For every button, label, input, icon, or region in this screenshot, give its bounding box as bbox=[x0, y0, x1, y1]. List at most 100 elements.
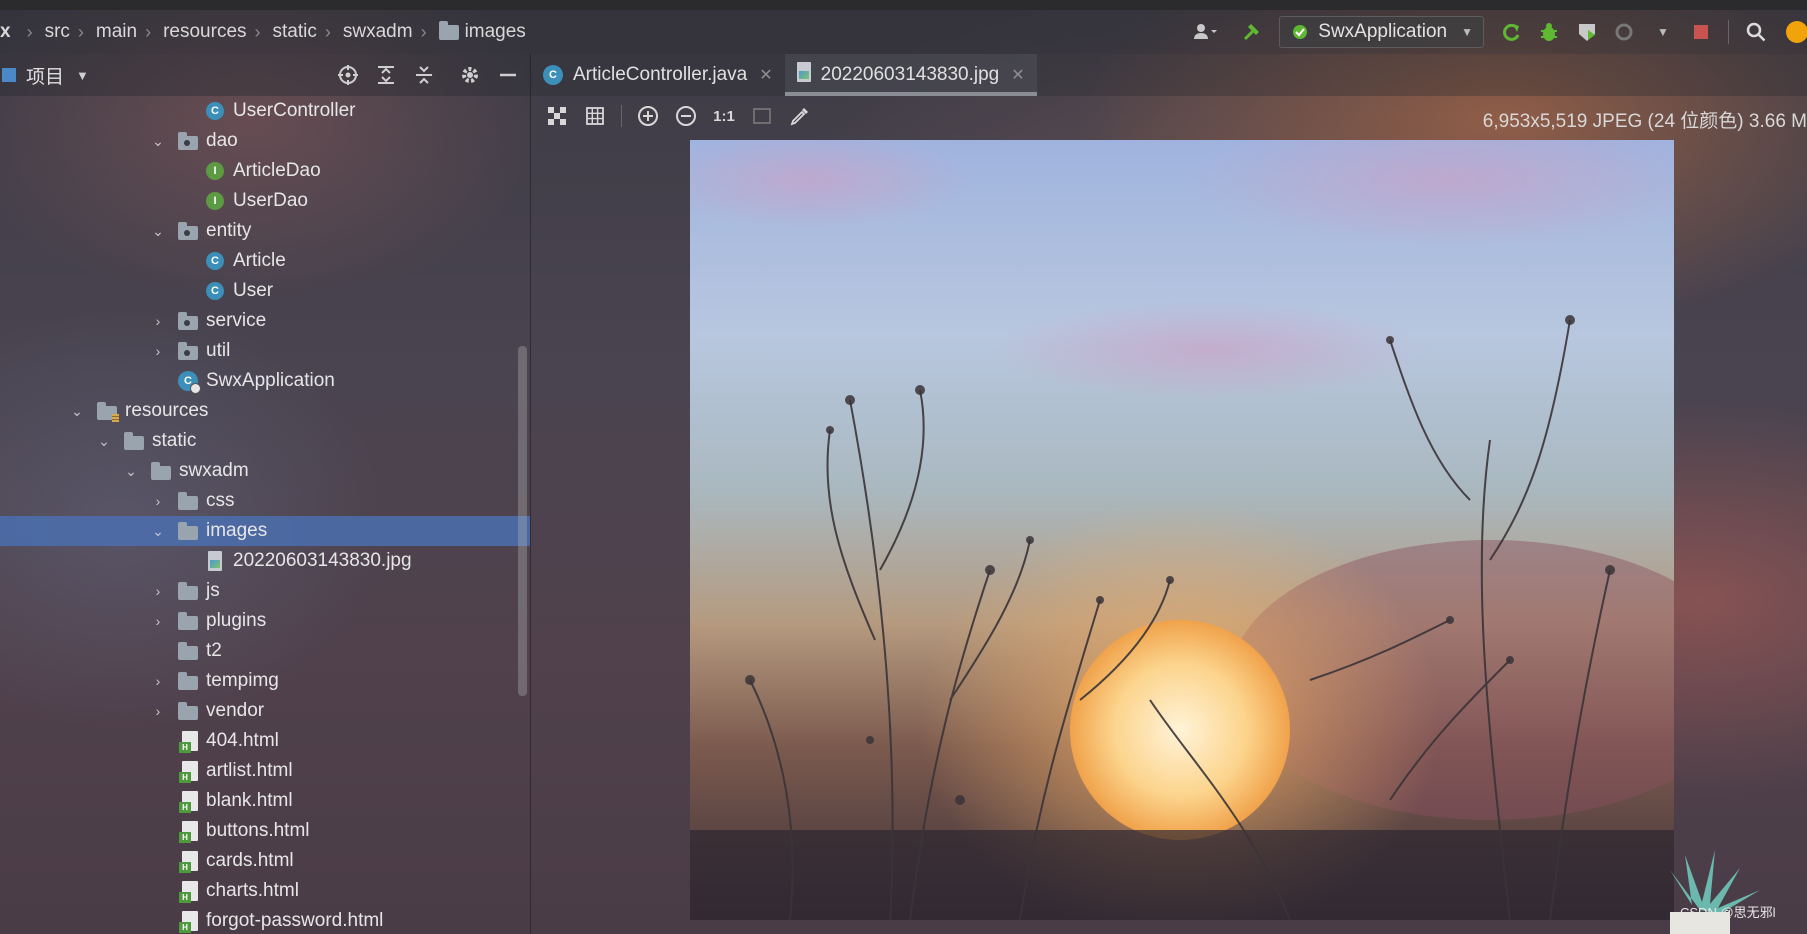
tree-row[interactable]: › tempimg bbox=[0, 666, 530, 696]
color-picker-icon[interactable] bbox=[788, 104, 812, 128]
interface-icon: I bbox=[205, 161, 225, 181]
tree-row[interactable]: C SwxApplication bbox=[0, 366, 530, 396]
build-hammer-icon[interactable] bbox=[1239, 19, 1265, 45]
chevron-right-icon[interactable]: › bbox=[150, 673, 166, 689]
tree-row[interactable]: C UserController bbox=[0, 96, 530, 126]
chevron-right-icon[interactable]: › bbox=[150, 703, 166, 719]
tree-row[interactable]: 20220603143830.jpg bbox=[0, 546, 530, 576]
profiler-icon[interactable] bbox=[1612, 19, 1638, 45]
chevron-down-icon[interactable]: ⌄ bbox=[150, 133, 166, 150]
chevron-right-icon[interactable]: › bbox=[150, 583, 166, 599]
tree-row[interactable]: artlist.html bbox=[0, 756, 530, 786]
package-folder-icon bbox=[178, 341, 198, 361]
chevron-right-icon[interactable]: › bbox=[150, 613, 166, 629]
tree-row[interactable]: 404.html bbox=[0, 726, 530, 756]
tree-row[interactable]: t2 bbox=[0, 636, 530, 666]
stop-icon[interactable] bbox=[1688, 19, 1714, 45]
tree-row[interactable]: blank.html bbox=[0, 786, 530, 816]
more-run-options-icon[interactable]: ▼ bbox=[1650, 19, 1676, 45]
image-viewer-toolbar: 1:1 6,953x5,519 JPEG (24 位颜色) 3.66 M bbox=[531, 96, 1807, 136]
tree-item-label: t2 bbox=[206, 640, 222, 661]
project-tree: C UserController ⌄ dao I ArticleDao I Us… bbox=[0, 96, 531, 934]
breadcrumb-item-main[interactable]: main bbox=[96, 21, 137, 43]
vertical-scrollbar[interactable] bbox=[518, 346, 527, 696]
tree-item-label: charts.html bbox=[206, 880, 299, 901]
chevron-down-icon[interactable]: ⌄ bbox=[150, 223, 166, 240]
tab-image-file[interactable]: 20220603143830.jpg ✕ bbox=[784, 54, 1037, 96]
tree-row[interactable]: › js bbox=[0, 576, 530, 606]
tree-item-label: dao bbox=[206, 130, 238, 151]
tree-row[interactable]: › plugins bbox=[0, 606, 530, 636]
chevron-right-icon[interactable]: › bbox=[150, 313, 166, 329]
close-icon[interactable]: ✕ bbox=[1011, 65, 1024, 85]
zoom-out-icon[interactable] bbox=[674, 104, 698, 128]
search-icon[interactable] bbox=[1743, 19, 1769, 45]
tree-row[interactable]: ⌄ static bbox=[0, 426, 530, 456]
folder-icon bbox=[438, 20, 459, 40]
tree-row[interactable]: ⌄ dao bbox=[0, 126, 530, 156]
tree-item-label: vendor bbox=[206, 700, 265, 721]
tree-row[interactable]: › util bbox=[0, 336, 530, 366]
breadcrumb-item-images[interactable]: images bbox=[465, 21, 526, 43]
update-notification-icon[interactable] bbox=[1781, 19, 1807, 45]
tree-row[interactable]: C User bbox=[0, 276, 530, 306]
debug-bug-icon[interactable] bbox=[1536, 19, 1562, 45]
chevron-right-icon[interactable]: › bbox=[150, 343, 166, 359]
breadcrumb-root[interactable]: x bbox=[0, 21, 11, 43]
chevron-right-icon: › bbox=[324, 21, 331, 42]
breadcrumb-item-resources[interactable]: resources bbox=[163, 21, 246, 43]
collapse-all-icon[interactable] bbox=[412, 63, 436, 87]
tab-article-controller[interactable]: C ArticleController.java ✕ bbox=[531, 54, 785, 96]
tree-row[interactable]: ⌄ swxadm bbox=[0, 456, 530, 486]
actual-size-button[interactable]: 1:1 bbox=[712, 104, 736, 128]
chevron-right-icon[interactable]: › bbox=[150, 493, 166, 509]
close-icon[interactable]: ✕ bbox=[759, 65, 772, 85]
image-file-icon bbox=[796, 62, 811, 88]
tree-row[interactable]: › css bbox=[0, 486, 530, 516]
tree-item-label: User bbox=[233, 280, 274, 301]
tree-row[interactable]: I UserDao bbox=[0, 186, 530, 216]
tree-row[interactable]: buttons.html bbox=[0, 816, 530, 846]
tree-row[interactable]: I ArticleDao bbox=[0, 156, 530, 186]
folder-icon bbox=[178, 671, 198, 691]
tree-row[interactable]: C Article bbox=[0, 246, 530, 276]
breadcrumb-item-static[interactable]: static bbox=[273, 21, 317, 43]
chevron-down-icon[interactable]: ⌄ bbox=[150, 523, 166, 540]
tree-row[interactable]: ⌄ entity bbox=[0, 216, 530, 246]
project-view-selector[interactable]: 项目 ▼ bbox=[2, 62, 89, 89]
locate-target-icon[interactable] bbox=[336, 63, 360, 87]
grid-icon[interactable] bbox=[583, 104, 607, 128]
run-configuration-selector[interactable]: SwxApplication ▼ bbox=[1279, 16, 1484, 48]
chessboard-background-icon[interactable] bbox=[545, 104, 569, 128]
coverage-icon[interactable] bbox=[1574, 19, 1600, 45]
chevron-down-icon[interactable]: ⌄ bbox=[123, 463, 139, 480]
chevron-down-icon[interactable]: ⌄ bbox=[69, 403, 85, 420]
fit-to-window-icon[interactable] bbox=[750, 104, 774, 128]
rerun-icon[interactable] bbox=[1498, 19, 1524, 45]
tree-row[interactable]: cards.html bbox=[0, 846, 530, 876]
html-file-icon bbox=[179, 881, 200, 903]
tree-row[interactable]: charts.html bbox=[0, 876, 530, 906]
hide-panel-icon[interactable] bbox=[496, 63, 520, 87]
chevron-down-icon[interactable]: ⌄ bbox=[96, 433, 112, 450]
tree-row[interactable]: › vendor bbox=[0, 696, 530, 726]
project-panel-actions bbox=[322, 54, 520, 96]
breadcrumb-item-src[interactable]: src bbox=[45, 21, 70, 43]
expand-all-icon[interactable] bbox=[374, 63, 398, 87]
folder-icon bbox=[178, 521, 198, 541]
tree-item-label: util bbox=[206, 340, 231, 361]
tree-row[interactable]: ⌄ resources bbox=[0, 396, 530, 426]
editor-tab-bar: C ArticleController.java ✕ 2022060314383… bbox=[531, 54, 1807, 96]
gear-icon[interactable] bbox=[458, 63, 482, 87]
tree-row[interactable]: forgot-password.html bbox=[0, 906, 530, 934]
package-folder-icon bbox=[178, 131, 198, 151]
class-icon: C bbox=[205, 251, 225, 271]
project-icon bbox=[2, 68, 16, 82]
tree-row[interactable]: › service bbox=[0, 306, 530, 336]
chevron-right-icon: › bbox=[420, 21, 427, 42]
breadcrumb-item-swxadm[interactable]: swxadm bbox=[343, 21, 413, 43]
zoom-in-icon[interactable] bbox=[636, 104, 660, 128]
tree-row-selected[interactable]: ⌄ images bbox=[0, 516, 530, 546]
user-accounts-icon[interactable] bbox=[1193, 19, 1219, 45]
toolbar-separator bbox=[1728, 20, 1729, 44]
